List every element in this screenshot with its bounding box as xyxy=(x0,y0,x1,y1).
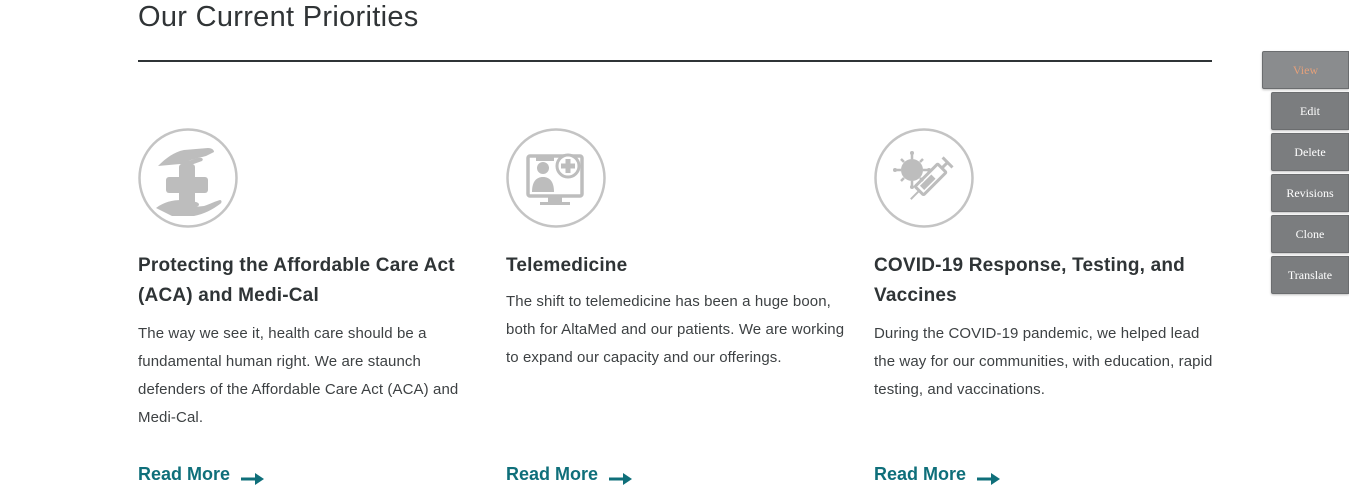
card-description: The shift to telemedicine has been a hug… xyxy=(506,293,845,366)
arrow-right-icon xyxy=(977,469,1001,485)
tab-view[interactable]: View xyxy=(1262,51,1349,89)
read-more-link-covid[interactable]: Read More xyxy=(874,464,1001,485)
tab-revisions[interactable]: Revisions xyxy=(1271,174,1349,212)
virus-syringe-icon xyxy=(874,128,974,228)
read-more-label: Read More xyxy=(138,464,231,484)
telemedicine-monitor-icon xyxy=(506,128,606,228)
tab-delete[interactable]: Delete xyxy=(1271,133,1349,171)
section-title: Our Current Priorities xyxy=(138,1,419,33)
tab-clone[interactable]: Clone xyxy=(1271,215,1349,253)
priority-card-telemedicine: Telemedicine The shift to telemedicine h… xyxy=(506,128,848,372)
card-title: Telemedicine xyxy=(506,255,628,276)
page: Our Current Priorities Protecting the Af… xyxy=(0,0,1349,499)
priority-card-covid: COVID-19 Response, Testing, and Vaccines… xyxy=(874,128,1216,404)
arrow-right-icon xyxy=(609,469,633,485)
card-title: Protecting the Affordable Care Act (ACA)… xyxy=(138,255,455,306)
priority-card-aca: Protecting the Affordable Care Act (ACA)… xyxy=(138,128,480,432)
read-more-label: Read More xyxy=(506,464,599,484)
read-more-link-aca[interactable]: Read More xyxy=(138,464,265,485)
tab-edit[interactable]: Edit xyxy=(1271,92,1349,130)
hands-medical-cross-icon xyxy=(138,128,238,228)
card-description: During the COVID-19 pandemic, we helped … xyxy=(874,325,1213,398)
read-more-label: Read More xyxy=(874,464,967,484)
arrow-right-icon xyxy=(241,469,265,485)
card-description: The way we see it, health care should be… xyxy=(138,325,459,426)
card-title: COVID-19 Response, Testing, and Vaccines xyxy=(874,255,1185,306)
title-divider xyxy=(138,60,1212,62)
read-more-link-telemedicine[interactable]: Read More xyxy=(506,464,633,485)
tab-translate[interactable]: Translate xyxy=(1271,256,1349,294)
